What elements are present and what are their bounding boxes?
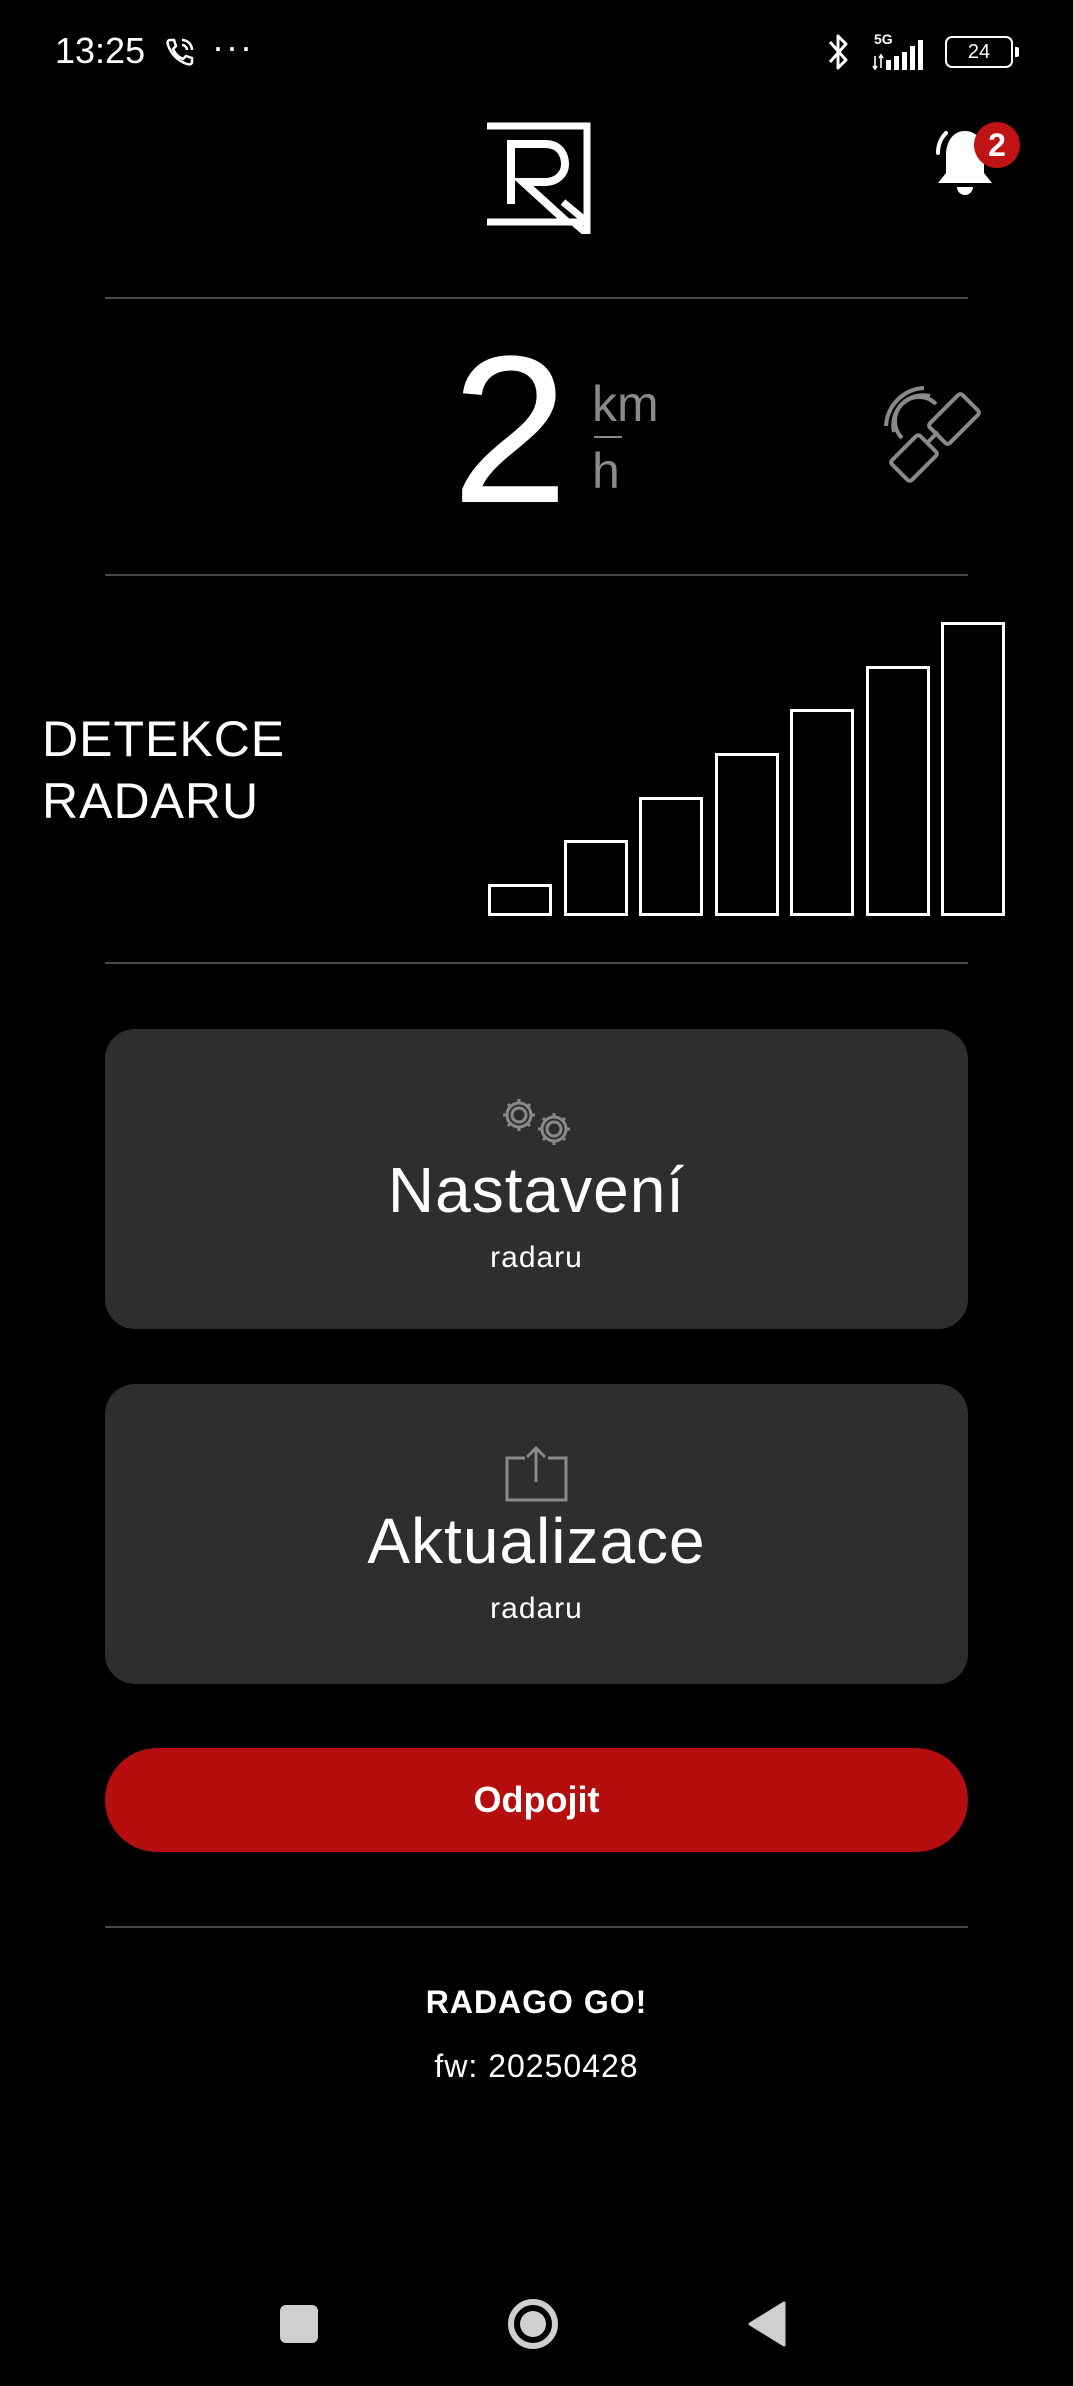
- speed-unit-h: h: [592, 443, 620, 499]
- detection-bar-2: [563, 840, 628, 916]
- radar-update-card[interactable]: Aktualizace radaru: [105, 1384, 968, 1684]
- device-name: RADAGO GO!: [425, 1984, 648, 2020]
- detection-label-line2: RADARU: [42, 773, 260, 829]
- nav-recent-apps-button[interactable]: [280, 2305, 318, 2343]
- speed-unit-fraction-line: [594, 436, 622, 438]
- network-type: 5G: [874, 31, 893, 47]
- firmware-version: fw: 20250428: [434, 2048, 639, 2084]
- detection-bar-7: [941, 622, 1005, 916]
- detection-label-line1: DETEKCE: [42, 711, 286, 767]
- status-more-dots: ···: [212, 26, 254, 67]
- gears-icon: [503, 1099, 570, 1145]
- divider: [105, 1926, 968, 1928]
- detection-bar-6: [865, 665, 930, 916]
- speed-value: 2: [451, 312, 569, 547]
- battery-icon: 24: [945, 36, 1019, 68]
- detection-bar-3: [639, 796, 703, 916]
- nav-home-button[interactable]: [506, 2297, 560, 2351]
- divider: [105, 962, 968, 964]
- radago-logo: [487, 122, 591, 234]
- card-title: Aktualizace: [367, 1505, 706, 1577]
- wifi-call-icon: [166, 38, 194, 66]
- card-subtitle: radaru: [490, 1592, 583, 1625]
- radar-settings-card[interactable]: Nastavení radaru: [105, 1029, 968, 1329]
- card-title: Nastavení: [387, 1154, 686, 1226]
- status-time: 13:25: [55, 30, 146, 71]
- detection-bar-1: [488, 884, 552, 916]
- detection-level-bars: [488, 622, 1005, 916]
- speed-unit-km: km: [592, 376, 659, 432]
- notification-badge: 2: [974, 122, 1020, 168]
- card-subtitle: radaru: [490, 1241, 583, 1274]
- detection-bar-5: [790, 709, 854, 916]
- nav-back-button[interactable]: [748, 2301, 786, 2347]
- disconnect-button[interactable]: Odpojit: [105, 1748, 968, 1852]
- satellite-icon: [884, 386, 981, 483]
- battery-level: 24: [967, 40, 991, 63]
- detection-bar-4: [714, 753, 779, 916]
- divider: [105, 574, 968, 576]
- signal-icon: 5G: [872, 31, 923, 71]
- upload-icon: [505, 1445, 568, 1502]
- divider: [105, 297, 968, 299]
- bluetooth-icon: [828, 34, 848, 70]
